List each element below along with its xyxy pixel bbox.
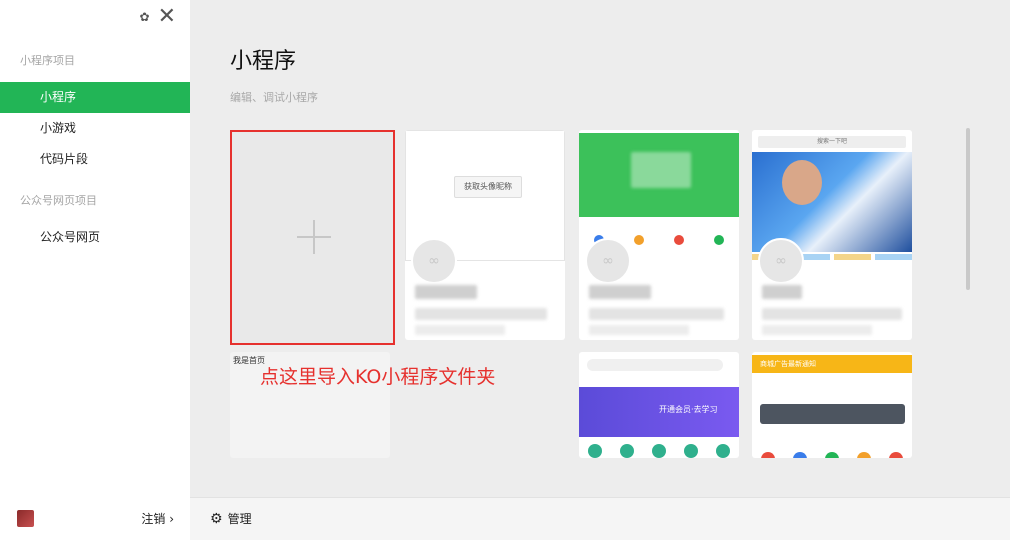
project-card[interactable]: 开通会员·去学习	[579, 352, 739, 458]
page-subtitle: 编辑、调试小程序	[230, 91, 318, 104]
main-panel: 小程序 编辑、调试小程序 获取头像昵称 ∞ ∞ 搜索一下吧 ∞ 我是首页 开通会…	[190, 0, 1010, 540]
manage-label: 管理	[227, 512, 252, 526]
import-hint-annotation: 点这里导入KO小程序文件夹	[260, 366, 496, 388]
card-name-blurred	[415, 285, 477, 299]
thumb-button: 获取头像昵称	[454, 176, 522, 198]
sidebar: ✿ ✕ 小程序项目 小程序 小游戏 代码片段 公众号网页项目 公众号网页 注销 …	[0, 0, 190, 540]
sidebar-item-code-snippet[interactable]: 代码片段	[0, 144, 190, 175]
miniprogram-logo-icon: ∞	[758, 238, 804, 284]
project-card[interactable]: 获取头像昵称 ∞	[405, 130, 565, 340]
window-controls: ✿ ✕	[140, 6, 177, 28]
thumb-search-bar: 搜索一下吧	[758, 136, 906, 148]
manage-button[interactable]: ⚙ 管理	[210, 510, 252, 527]
card-desc-blurred	[415, 308, 547, 320]
bottom-bar: ⚙ 管理	[190, 497, 1010, 540]
miniprogram-logo-icon: ∞	[585, 238, 631, 284]
thumb-sofa	[760, 404, 905, 424]
user-bar: 注销 ›	[0, 498, 190, 540]
thumb-header: 商城广告最新通知	[752, 355, 912, 373]
settings-gear-icon[interactable]: ✿	[140, 10, 150, 24]
gear-icon: ⚙	[210, 510, 223, 527]
page-title: 小程序	[230, 49, 297, 74]
logout-button[interactable]: 注销 ›	[141, 510, 174, 527]
avatar[interactable]	[17, 510, 34, 527]
sidebar-item-official-web[interactable]: 公众号网页	[0, 222, 190, 253]
project-card[interactable]: 商城广告最新通知	[752, 352, 912, 458]
scrollbar[interactable]	[966, 128, 970, 290]
group-miniprogram-label: 小程序项目	[20, 54, 75, 67]
sidebar-item-minigame[interactable]: 小游戏	[0, 113, 190, 144]
miniprogram-logo-icon: ∞	[411, 238, 457, 284]
import-project-button[interactable]	[230, 130, 395, 345]
project-card[interactable]: ∞	[579, 130, 739, 340]
thumb-banner	[752, 152, 912, 252]
project-card[interactable]: 搜索一下吧 ∞	[752, 130, 912, 340]
sidebar-item-miniprogram[interactable]: 小程序	[0, 82, 190, 113]
close-icon[interactable]: ✕	[158, 6, 176, 28]
group-official-label: 公众号网页项目	[20, 194, 97, 207]
